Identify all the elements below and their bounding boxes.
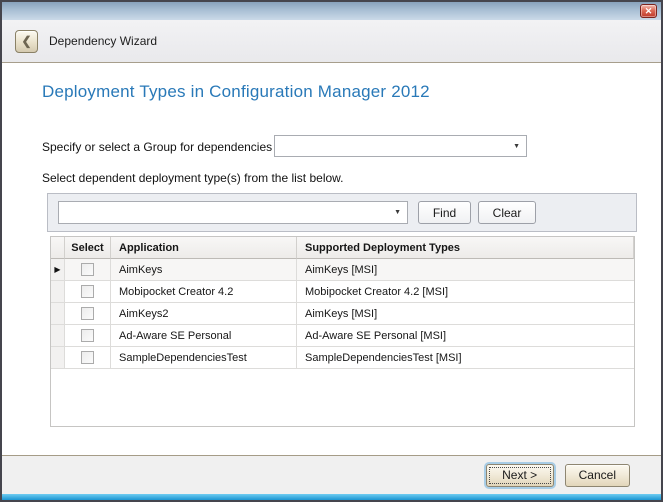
types-cell: Ad-Aware SE Personal [MSI] [297, 325, 634, 347]
chevron-down-icon[interactable]: ▼ [507, 143, 526, 150]
title-bar: ✕ [2, 2, 661, 20]
find-button[interactable]: Find [418, 201, 471, 224]
search-combobox[interactable]: ▼ [58, 201, 408, 224]
deployment-types-table: Select Application Supported Deployment … [50, 236, 635, 427]
table-row[interactable]: AimKeys2 AimKeys [MSI] [51, 303, 634, 325]
window-bottom-accent [2, 494, 661, 500]
select-cell [65, 281, 111, 303]
next-button[interactable]: Next > [486, 464, 554, 487]
row-selector[interactable] [51, 347, 65, 369]
table-row[interactable]: SampleDependenciesTest SampleDependencie… [51, 347, 634, 369]
row-checkbox[interactable] [81, 263, 94, 276]
application-cell: SampleDependenciesTest [111, 347, 297, 369]
row-checkbox[interactable] [81, 351, 94, 364]
types-cell: SampleDependenciesTest [MSI] [297, 347, 634, 369]
column-header-application[interactable]: Application [111, 237, 297, 259]
types-cell: AimKeys [MSI] [297, 259, 634, 281]
table-row[interactable]: ▶ AimKeys AimKeys [MSI] [51, 259, 634, 281]
wizard-content: Deployment Types in Configuration Manage… [2, 63, 661, 455]
row-selector[interactable] [51, 281, 65, 303]
row-checkbox[interactable] [81, 329, 94, 342]
wizard-header: ❮ Dependency Wizard [2, 20, 661, 63]
application-cell: AimKeys [111, 259, 297, 281]
search-panel: ▼ Find Clear [47, 193, 637, 232]
page-title: Deployment Types in Configuration Manage… [42, 82, 430, 102]
search-combobox-input[interactable] [59, 202, 388, 223]
application-cell: Ad-Aware SE Personal [111, 325, 297, 347]
current-row-indicator-icon: ▶ [54, 265, 60, 274]
column-header-select[interactable]: Select [65, 237, 111, 259]
dependency-wizard-window: ✕ ❮ Dependency Wizard Deployment Types i… [0, 0, 663, 502]
group-combobox[interactable]: ▼ [274, 135, 527, 157]
row-checkbox[interactable] [81, 307, 94, 320]
select-cell [65, 259, 111, 281]
types-cell: Mobipocket Creator 4.2 [MSI] [297, 281, 634, 303]
table-header-row: Select Application Supported Deployment … [51, 237, 634, 259]
table-row[interactable]: Ad-Aware SE Personal Ad-Aware SE Persona… [51, 325, 634, 347]
window-title: Dependency Wizard [49, 34, 157, 48]
select-cell [65, 325, 111, 347]
row-selector[interactable]: ▶ [51, 259, 65, 281]
select-cell [65, 347, 111, 369]
button-bar: Next > Cancel [2, 455, 661, 494]
list-label: Select dependent deployment type(s) from… [42, 171, 344, 185]
row-checkbox[interactable] [81, 285, 94, 298]
clear-button[interactable]: Clear [478, 201, 536, 224]
select-cell [65, 303, 111, 325]
row-header-corner [51, 237, 65, 259]
row-selector[interactable] [51, 325, 65, 347]
chevron-down-icon[interactable]: ▼ [388, 209, 407, 216]
table-row[interactable]: Mobipocket Creator 4.2 Mobipocket Creato… [51, 281, 634, 303]
close-icon[interactable]: ✕ [640, 4, 657, 18]
group-combobox-input[interactable] [275, 136, 507, 156]
row-selector[interactable] [51, 303, 65, 325]
column-header-types[interactable]: Supported Deployment Types [297, 237, 634, 259]
application-cell: Mobipocket Creator 4.2 [111, 281, 297, 303]
application-cell: AimKeys2 [111, 303, 297, 325]
types-cell: AimKeys [MSI] [297, 303, 634, 325]
back-arrow-icon: ❮ [21, 34, 31, 48]
back-button[interactable]: ❮ [15, 30, 38, 53]
cancel-button[interactable]: Cancel [565, 464, 630, 487]
group-label: Specify or select a Group for dependenci… [42, 140, 272, 154]
